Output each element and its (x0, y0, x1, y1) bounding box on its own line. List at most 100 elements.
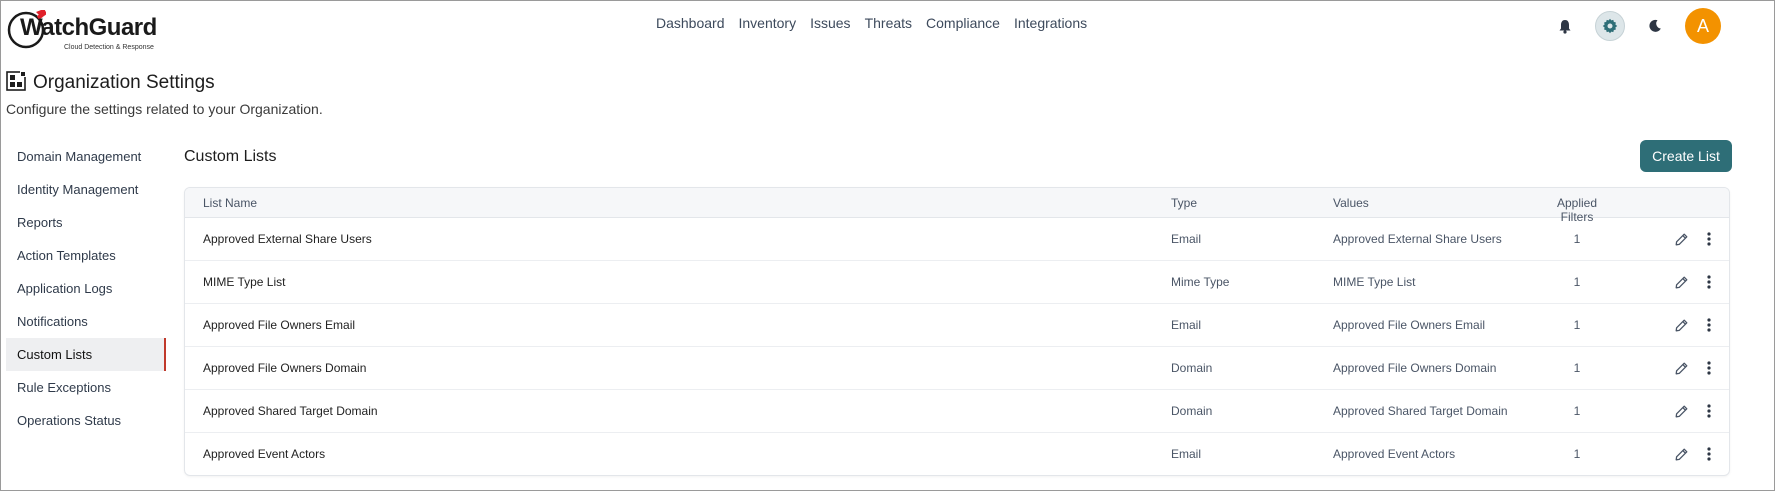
cell-list-name: MIME Type List (203, 275, 286, 289)
brand-tagline: Cloud Detection & Response (64, 44, 154, 51)
settings-sidebar: Domain Management Identity Management Re… (6, 140, 166, 437)
page-subtitle: Configure the settings related to your O… (6, 101, 323, 117)
cell-type: Domain (1171, 404, 1213, 418)
custom-lists-table: List Name Type Values Applied Filters Ap… (184, 187, 1730, 476)
edit-button[interactable] (1672, 359, 1690, 377)
row-actions (1672, 230, 1718, 248)
organization-settings-icon (6, 71, 26, 91)
edit-button[interactable] (1672, 402, 1690, 420)
cell-values: Approved Event Actors (1333, 447, 1456, 461)
pencil-icon (1675, 362, 1687, 374)
column-header-values[interactable]: Values (1333, 196, 1369, 210)
cell-applied-filters: 1 (1573, 447, 1581, 461)
row-actions (1672, 273, 1718, 291)
sidebar-item-domain-management[interactable]: Domain Management (6, 140, 166, 173)
more-options-button[interactable] (1700, 273, 1718, 291)
more-options-button[interactable] (1700, 359, 1718, 377)
cell-values: Approved File Owners Email (1333, 318, 1486, 332)
cell-applied-filters: 1 (1573, 404, 1581, 418)
column-header-type[interactable]: Type (1171, 196, 1197, 210)
table-row[interactable]: Approved File Owners Email Email Approved … (185, 304, 1729, 347)
watchguard-logo[interactable]: WatchGuard Cloud Detection & Response (6, 8, 157, 54)
cell-applied-filters: 1 (1573, 361, 1581, 375)
row-actions (1672, 402, 1718, 420)
row-actions (1672, 316, 1718, 334)
table-row[interactable]: Approved Shared Target Domain Domain Appro… (185, 390, 1729, 433)
more-options-button[interactable] (1700, 402, 1718, 420)
table-row[interactable]: Approved Event Actors Email Approved Event… (185, 433, 1729, 475)
nav-issues[interactable]: Issues (810, 15, 850, 31)
table-body: Approved External Share Users Email Approv… (185, 218, 1729, 475)
kebab-menu-icon (1707, 318, 1711, 332)
cell-applied-filters: 1 (1573, 318, 1581, 332)
edit-button[interactable] (1672, 273, 1690, 291)
more-options-button[interactable] (1700, 445, 1718, 463)
cell-values: Approved File Owners Domain (1333, 361, 1497, 375)
nav-dashboard[interactable]: Dashboard (656, 15, 725, 31)
theme-toggle-button[interactable] (1640, 11, 1670, 41)
create-list-button[interactable]: Create List (1640, 140, 1732, 172)
sidebar-item-action-templates[interactable]: Action Templates (6, 239, 166, 272)
kebab-menu-icon (1707, 361, 1711, 375)
table-row[interactable]: MIME Type List Mime Type MIME Type List 1 (185, 261, 1729, 304)
sidebar-item-reports[interactable]: Reports (6, 206, 166, 239)
edit-button[interactable] (1672, 316, 1690, 334)
cell-applied-filters: 1 (1573, 232, 1581, 246)
more-options-button[interactable] (1700, 316, 1718, 334)
pencil-icon (1675, 276, 1687, 288)
row-actions (1672, 359, 1718, 377)
table-row[interactable]: Approved File Owners Domain Domain Approve… (185, 347, 1729, 390)
more-options-button[interactable] (1700, 230, 1718, 248)
brand-name: WatchGuard (20, 14, 157, 41)
cell-list-name: Approved File Owners Email (203, 318, 356, 332)
kebab-menu-icon (1707, 275, 1711, 289)
section-title: Custom Lists (184, 148, 277, 165)
nav-threats[interactable]: Threats (865, 15, 912, 31)
pencil-icon (1675, 448, 1687, 460)
edit-button[interactable] (1672, 445, 1690, 463)
kebab-menu-icon (1707, 404, 1711, 418)
cell-list-name: Approved External Share Users (203, 232, 372, 246)
pencil-icon (1675, 319, 1687, 331)
settings-button[interactable] (1595, 11, 1625, 41)
cell-type: Mime Type (1171, 275, 1230, 289)
cell-list-name: Approved File Owners Domain (203, 361, 367, 375)
nav-integrations[interactable]: Integrations (1014, 15, 1087, 31)
cell-values: Approved Shared Target Domain (1333, 404, 1508, 418)
sidebar-item-operations-status[interactable]: Operations Status (6, 404, 166, 437)
row-actions (1672, 445, 1718, 463)
sidebar-item-application-logs[interactable]: Application Logs (6, 272, 166, 305)
nav-inventory[interactable]: Inventory (739, 15, 797, 31)
page-title: Organization Settings (33, 72, 215, 93)
sidebar-item-notifications[interactable]: Notifications (6, 305, 166, 338)
kebab-menu-icon (1707, 447, 1711, 461)
cell-list-name: Approved Shared Target Domain (203, 404, 378, 418)
pencil-icon (1675, 233, 1687, 245)
cell-type: Email (1171, 447, 1202, 461)
sidebar-item-custom-lists[interactable]: Custom Lists (6, 338, 166, 371)
cell-type: Email (1171, 318, 1202, 332)
main-nav: Dashboard Inventory Issues Threats Compl… (656, 15, 1087, 31)
notifications-button[interactable] (1550, 11, 1580, 41)
moon-icon (1649, 19, 1661, 32)
pencil-icon (1675, 405, 1687, 417)
kebab-menu-icon (1707, 232, 1711, 246)
nav-compliance[interactable]: Compliance (926, 15, 1000, 31)
edit-button[interactable] (1672, 230, 1690, 248)
bell-icon (1559, 19, 1571, 34)
cell-list-name: Approved Event Actors (203, 447, 326, 461)
cell-values: MIME Type List (1333, 275, 1416, 289)
column-header-list-name[interactable]: List Name (203, 196, 257, 210)
cell-applied-filters: 1 (1573, 275, 1581, 289)
cell-values: Approved External Share Users (1333, 232, 1502, 246)
table-row[interactable]: Approved External Share Users Email Approv… (185, 218, 1729, 261)
header-actions: A (1550, 8, 1721, 44)
gear-icon (1602, 18, 1618, 34)
table-header: List Name Type Values Applied Filters (185, 188, 1729, 224)
cell-type: Email (1171, 232, 1202, 246)
avatar[interactable]: A (1685, 8, 1721, 44)
sidebar-item-identity-management[interactable]: Identity Management (6, 173, 166, 206)
top-navbar: WatchGuard Cloud Detection & Response Da… (0, 0, 1775, 51)
sidebar-item-rule-exceptions[interactable]: Rule Exceptions (6, 371, 166, 404)
cell-type: Domain (1171, 361, 1213, 375)
